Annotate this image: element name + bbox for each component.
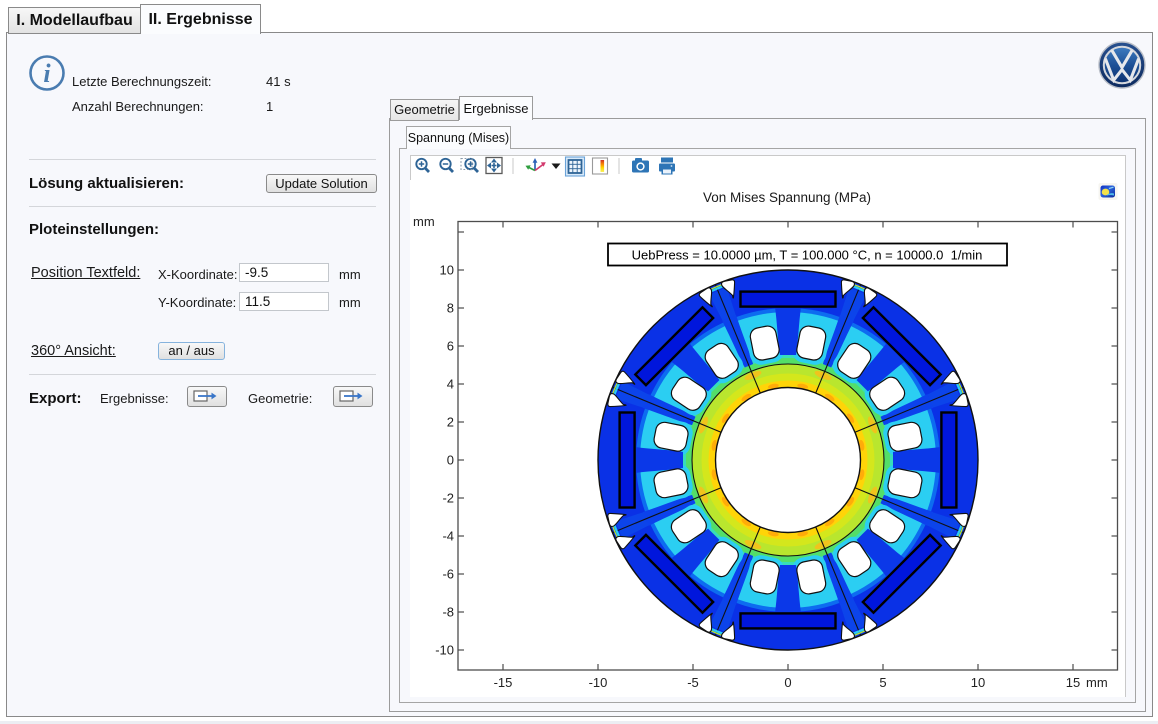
svg-text:2: 2 [447, 415, 454, 430]
svg-text:10: 10 [971, 675, 985, 690]
svg-text:UebPress = 10.0000 µm, T = 100: UebPress = 10.0000 µm, T = 100.000 °C, n… [632, 248, 983, 263]
svg-text:i: i [43, 59, 51, 88]
svg-text:Von Mises Spannung (MPa): Von Mises Spannung (MPa) [703, 190, 871, 205]
svg-text:-5: -5 [687, 675, 699, 690]
svg-text:15: 15 [1066, 675, 1080, 690]
svg-text:0: 0 [784, 675, 791, 690]
svg-text:mm: mm [1086, 675, 1108, 690]
svg-text:-15: -15 [494, 675, 513, 690]
svg-text:10: 10 [440, 263, 454, 278]
svg-text:-2: -2 [442, 491, 454, 506]
svg-text:0: 0 [447, 453, 454, 468]
svg-text:-10: -10 [589, 675, 608, 690]
svg-text:-6: -6 [442, 567, 454, 582]
svg-text:-8: -8 [442, 605, 454, 620]
svg-text:6: 6 [447, 339, 454, 354]
svg-text:-10: -10 [435, 643, 454, 658]
svg-text:8: 8 [447, 301, 454, 316]
svg-text:4: 4 [447, 377, 454, 392]
svg-text:-4: -4 [442, 529, 454, 544]
svg-text:5: 5 [879, 675, 886, 690]
svg-text:mm: mm [413, 214, 435, 229]
